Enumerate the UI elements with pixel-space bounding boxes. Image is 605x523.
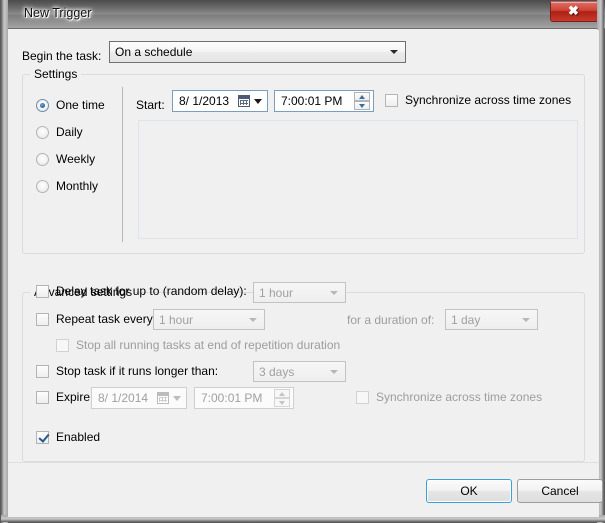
- repeat-task-interval-value: 1 hour: [159, 313, 193, 327]
- repeat-task-label: Repeat task every:: [56, 312, 156, 326]
- expire-sync-timezones-label: Synchronize across time zones: [376, 390, 542, 404]
- start-sync-timezones-label: Synchronize across time zones: [405, 93, 571, 107]
- close-icon: ✖: [551, 2, 596, 21]
- delay-task-label: Delay task for up to (random delay):: [56, 284, 247, 298]
- checkbox-indicator: [36, 391, 49, 404]
- expire-date-field[interactable]: 8/ 1/2014: [91, 387, 187, 409]
- start-date-field[interactable]: 8/ 1/2013: [172, 90, 268, 112]
- chevron-down-icon: [249, 318, 257, 322]
- checkbox-indicator: [36, 365, 49, 378]
- new-trigger-dialog: New Trigger ✖ Begin the task: On a sched…: [0, 0, 605, 523]
- settings-separator: [122, 87, 123, 242]
- radio-one-time-label: One time: [56, 98, 105, 112]
- schedule-detail-panel: [138, 120, 578, 239]
- expire-label: Expire:: [56, 390, 93, 404]
- expire-time-value: 7:00:01 PM: [201, 391, 262, 405]
- chevron-down-icon: [330, 370, 338, 374]
- window-title: New Trigger: [24, 6, 91, 20]
- close-button[interactable]: ✖: [550, 1, 599, 22]
- titlebar[interactable]: New Trigger ✖: [1, 0, 605, 29]
- expire-date-value: 8/ 1/2014: [98, 391, 148, 405]
- checkbox-indicator: [356, 391, 369, 404]
- start-time-value: 7:00:01 PM: [281, 94, 342, 108]
- checkbox-indicator: [36, 285, 49, 298]
- checkbox-indicator: [36, 313, 49, 326]
- chevron-down-icon: [330, 291, 338, 295]
- stop-all-running-label: Stop all running tasks at end of repetit…: [76, 338, 340, 352]
- delay-task-duration-value: 1 hour: [259, 286, 293, 300]
- stop-task-longer-label: Stop task if it runs longer than:: [56, 364, 218, 378]
- start-label: Start:: [136, 98, 165, 112]
- radio-indicator: [36, 126, 49, 139]
- settings-group-title: Settings: [30, 67, 81, 81]
- window-border-left: [1, 0, 8, 523]
- repeat-duration-value: 1 day: [451, 313, 480, 327]
- radio-indicator: [36, 180, 49, 193]
- start-time-field[interactable]: 7:00:01 PM: [274, 90, 374, 112]
- radio-monthly-label: Monthly: [56, 179, 98, 193]
- radio-weekly-label: Weekly: [56, 152, 95, 166]
- spinner-up-icon[interactable]: [354, 92, 370, 101]
- start-date-value: 8/ 1/2013: [179, 94, 229, 108]
- chevron-down-icon[interactable]: [173, 396, 181, 401]
- repeat-task-interval-combo[interactable]: 1 hour: [153, 309, 265, 330]
- chevron-down-icon[interactable]: [254, 99, 262, 104]
- expire-time-spinner[interactable]: [274, 389, 290, 407]
- repeat-duration-label: for a duration of:: [347, 313, 434, 327]
- expire-time-field[interactable]: 7:00:01 PM: [194, 387, 294, 409]
- enabled-label: Enabled: [56, 430, 100, 444]
- dialog-client-area: Begin the task: On a schedule Settings O…: [8, 30, 599, 516]
- delay-task-duration-combo[interactable]: 1 hour: [253, 282, 346, 303]
- repeat-duration-combo[interactable]: 1 day: [445, 309, 538, 330]
- cancel-button[interactable]: Cancel: [517, 479, 603, 503]
- radio-indicator: [36, 99, 49, 112]
- checkbox-indicator: [385, 94, 398, 107]
- ok-button[interactable]: OK: [426, 479, 512, 503]
- radio-indicator: [36, 153, 49, 166]
- radio-daily-label: Daily: [56, 125, 83, 139]
- start-time-spinner[interactable]: [354, 92, 370, 110]
- chevron-down-icon: [522, 318, 530, 322]
- checkbox-indicator: [36, 431, 49, 444]
- calendar-icon[interactable]: [238, 95, 250, 107]
- chevron-down-icon: [390, 50, 398, 54]
- checkbox-indicator: [56, 339, 69, 352]
- stop-task-longer-duration-combo[interactable]: 3 days: [253, 361, 346, 382]
- spinner-up-icon[interactable]: [274, 389, 290, 398]
- calendar-icon[interactable]: [157, 392, 169, 404]
- spinner-down-icon[interactable]: [354, 101, 370, 110]
- begin-task-combo[interactable]: On a schedule: [109, 41, 406, 63]
- begin-task-label: Begin the task:: [22, 49, 101, 63]
- begin-task-value: On a schedule: [115, 45, 192, 59]
- stop-task-longer-duration-value: 3 days: [259, 365, 294, 379]
- spinner-down-icon[interactable]: [274, 398, 290, 407]
